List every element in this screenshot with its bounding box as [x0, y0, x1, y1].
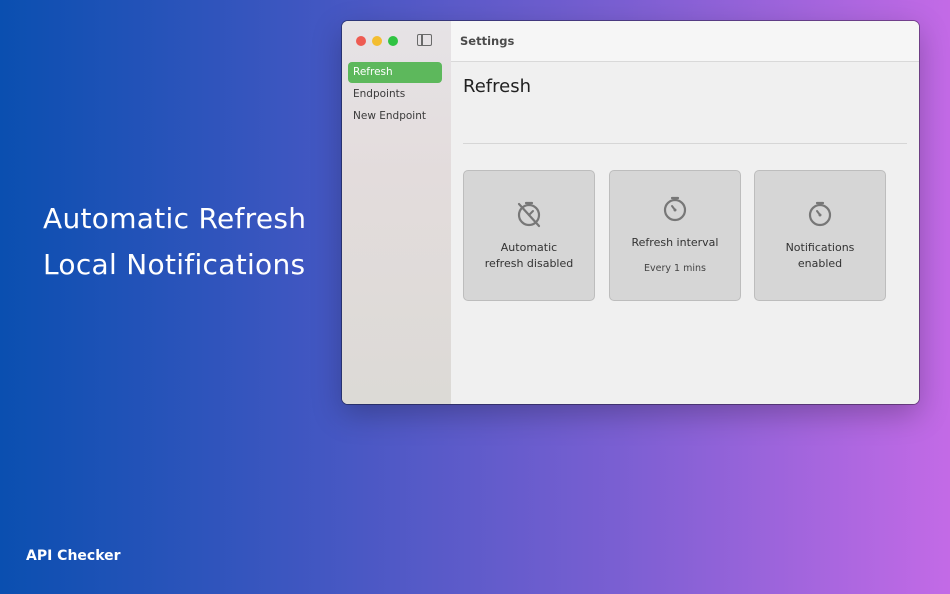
window-controls [356, 36, 398, 46]
brand-name: API Checker [26, 548, 121, 564]
card-label-line-1: Automatic [500, 241, 558, 254]
timer-off-icon [517, 201, 541, 228]
sidebar-toggle-icon[interactable] [417, 34, 432, 46]
sidebar-item-refresh[interactable]: Refresh [348, 62, 442, 83]
page-title: Refresh [463, 76, 531, 97]
tagline-line-1: Automatic Refresh [43, 202, 307, 235]
card-automatic-refresh[interactable]: Automatic refresh disabled [463, 170, 595, 301]
title-bar: Settings [451, 21, 919, 62]
card-label: Automatic refresh disabled [468, 240, 590, 272]
card-label: Refresh interval [631, 236, 719, 249]
minimize-button[interactable] [372, 36, 382, 46]
settings-window: Refresh Endpoints New Endpoint Settings … [342, 21, 919, 404]
sidebar-item-new-endpoint[interactable]: New Endpoint [348, 106, 442, 127]
card-label: Notifications enabled [759, 240, 881, 272]
zoom-button[interactable] [388, 36, 398, 46]
card-refresh-interval[interactable]: Refresh interval Every 1 mins [609, 170, 741, 301]
divider [463, 143, 907, 144]
card-label-line-2: enabled [797, 257, 843, 270]
sidebar: Refresh Endpoints New Endpoint [342, 21, 452, 404]
card-label-line-1: Notifications [785, 241, 855, 254]
main-content: Refresh Automatic refresh disabled Refre… [451, 62, 919, 404]
window-title: Settings [460, 34, 515, 48]
sidebar-item-endpoints[interactable]: Endpoints [348, 84, 442, 105]
timer-icon [808, 201, 832, 227]
promo-tagline: Automatic Refresh Local Notifications [43, 196, 306, 288]
sidebar-nav: Refresh Endpoints New Endpoint [348, 62, 442, 128]
card-label-line-2: refresh disabled [484, 257, 574, 270]
tagline-line-2: Local Notifications [43, 248, 306, 281]
timer-icon [663, 196, 687, 222]
close-button[interactable] [356, 36, 366, 46]
card-sublabel: Every 1 mins [644, 263, 706, 274]
card-notifications[interactable]: Notifications enabled [754, 170, 886, 301]
